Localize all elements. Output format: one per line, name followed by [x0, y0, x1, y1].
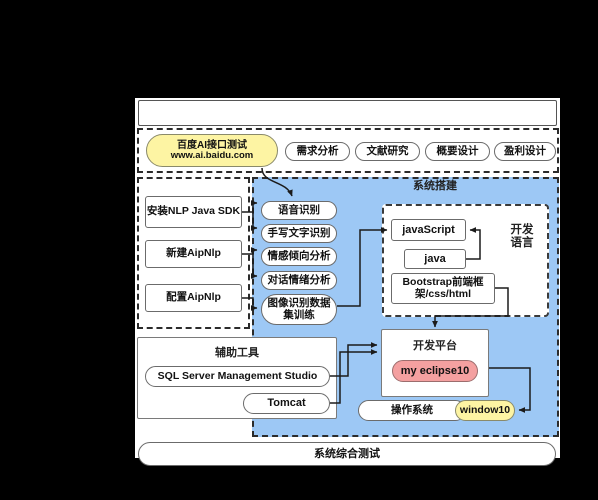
dev-language-caption-line1: 开发	[510, 224, 534, 236]
bottom-bar[interactable]: 系统综合测试	[138, 442, 556, 466]
dev-language-javascript[interactable]: javaScript	[391, 219, 466, 241]
tool-tomcat[interactable]: Tomcat	[243, 393, 330, 414]
capability-sentiment-analysis[interactable]: 情感倾向分析	[261, 247, 337, 266]
capability-speech-recognition[interactable]: 语音识别	[261, 201, 337, 220]
dev-language-java[interactable]: java	[404, 249, 466, 269]
sdk-item-config-aipnlp[interactable]: 配置AipNlp	[145, 284, 242, 312]
phase-step-profit-design[interactable]: 盈利设计	[494, 142, 556, 161]
capability-image-dataset-training[interactable]: 图像识别数据集训练	[261, 294, 337, 325]
sdk-item-config-aipnlp-label: 配置AipNlp	[166, 291, 221, 304]
operating-system-value[interactable]: window10	[455, 400, 515, 421]
operating-system-node[interactable]: 操作系统	[358, 400, 466, 421]
phase-step-outline-design[interactable]: 概要设计	[425, 142, 490, 161]
tools-group-title: 辅助工具	[215, 347, 259, 359]
sdk-item-new-aipnlp-label: 新建AipNlp	[166, 247, 221, 260]
dev-platform-myeclipse[interactable]: my eclipse10	[392, 360, 478, 382]
sdk-item-new-aipnlp[interactable]: 新建AipNlp	[145, 240, 242, 268]
capability-dialog-emotion-analysis[interactable]: 对话情绪分析	[261, 271, 337, 290]
diagram-canvas: 百度AI接口测试 www.ai.baidu.com 需求分析 文献研究 概要设计…	[0, 0, 598, 500]
sdk-item-install[interactable]: 安装NLP Java SDK	[145, 196, 242, 228]
phase-step-literature[interactable]: 文献研究	[355, 142, 420, 161]
dev-language-bootstrap[interactable]: Bootstrap前端框架/css/html	[391, 273, 495, 304]
phase-step-requirements[interactable]: 需求分析	[285, 142, 350, 161]
sdk-item-install-label: 安装NLP Java SDK	[146, 205, 241, 218]
system-build-title: 系统搭建	[413, 180, 457, 192]
capability-handwriting-recognition[interactable]: 手写文字识别	[261, 224, 337, 243]
top-bar	[138, 100, 557, 126]
baidu-api-test-node[interactable]: 百度AI接口测试 www.ai.baidu.com	[146, 134, 278, 167]
tool-sql-server-management-studio[interactable]: SQL Server Management Studio	[145, 366, 330, 387]
baidu-api-test-url: www.ai.baidu.com	[170, 149, 254, 161]
dev-language-caption: 开发 语言	[500, 224, 544, 250]
dev-language-caption-line2: 语言	[510, 237, 534, 250]
dev-platform-title: 开发平台	[413, 340, 457, 352]
